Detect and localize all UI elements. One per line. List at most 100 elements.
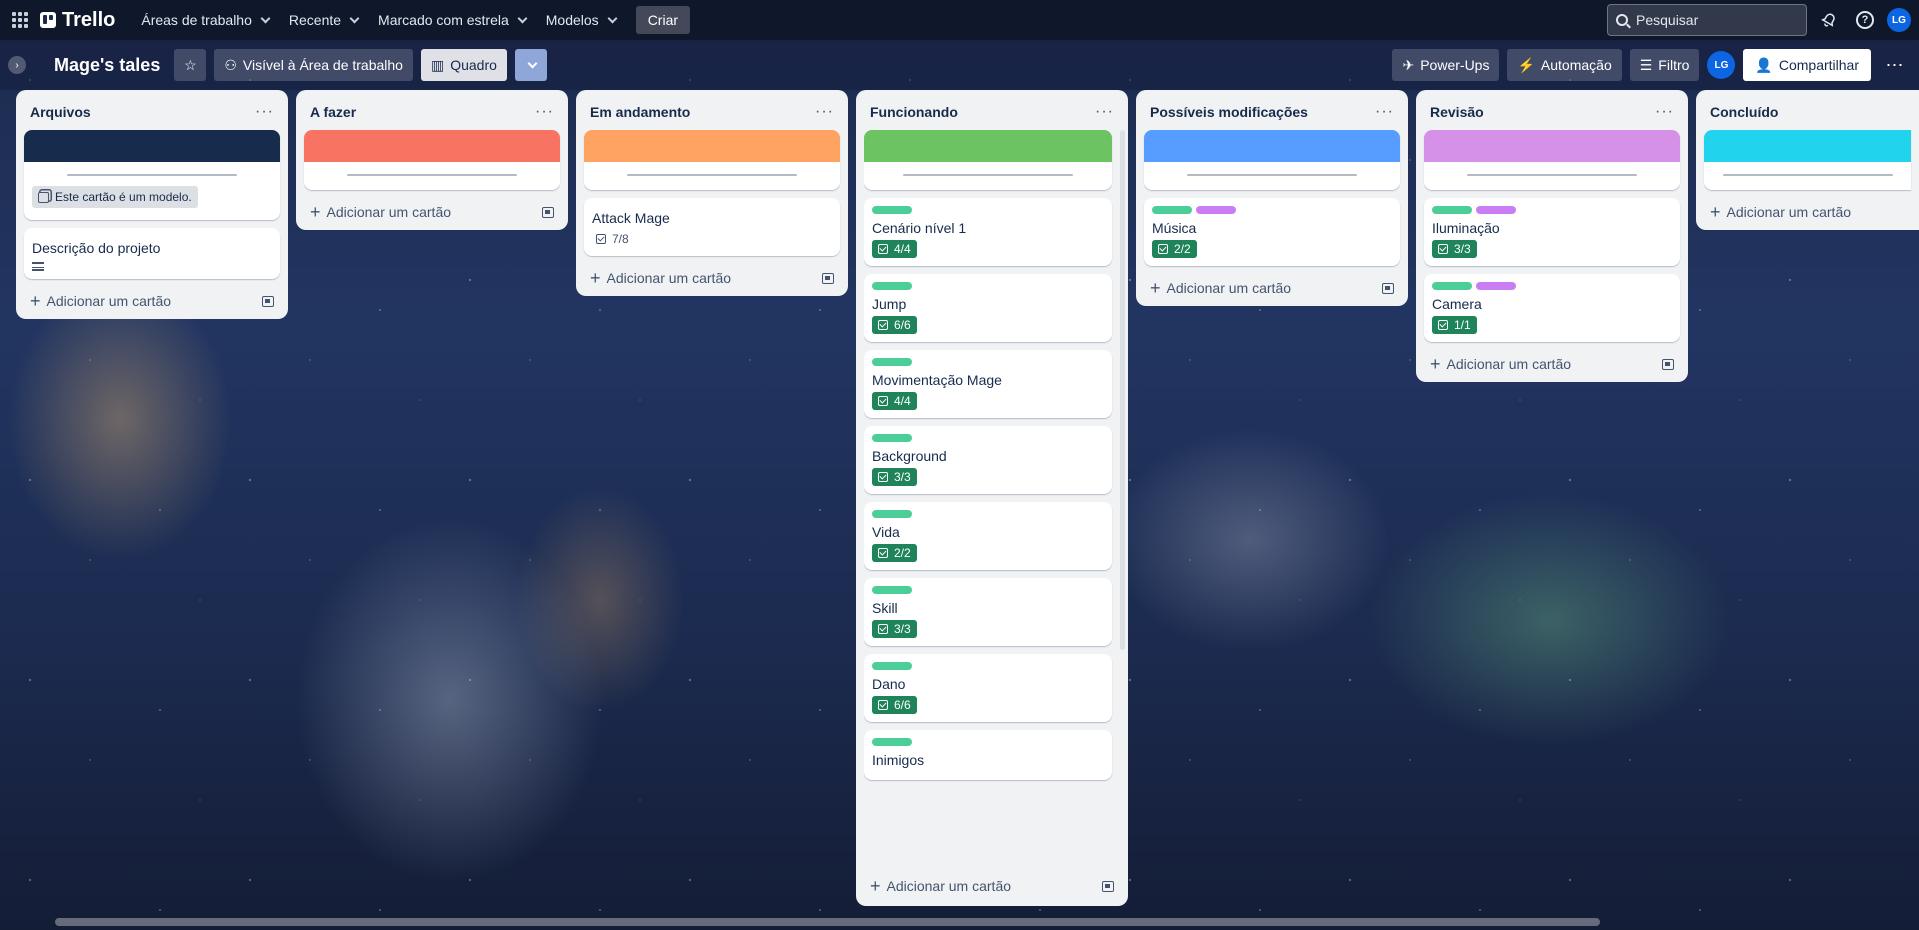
green-label[interactable] (872, 206, 912, 214)
view-switcher-dropdown[interactable] (514, 49, 547, 81)
list-menu-icon[interactable]: ··· (1095, 104, 1114, 120)
purple-label[interactable] (1476, 206, 1516, 214)
card-cover (304, 130, 560, 162)
nav-workspaces[interactable]: Áreas de trabalho (131, 6, 279, 34)
list-menu-icon[interactable]: ··· (815, 104, 834, 120)
list-menu-icon[interactable]: ··· (255, 104, 274, 120)
green-label[interactable] (1432, 206, 1472, 214)
create-button[interactable]: Criar (635, 6, 691, 34)
green-label[interactable] (872, 738, 912, 746)
card[interactable]: Attack Mage 7/8 (584, 198, 840, 256)
chevron-down-icon (260, 13, 271, 23)
add-card-button[interactable]: + Adicionar um cartão (310, 203, 452, 221)
green-label[interactable] (872, 358, 912, 366)
card[interactable]: Inimigos (864, 730, 1112, 780)
list-cards-scroll-area[interactable]: Cenário nível 1 4/4 Jump 6/6 Movimentaçã… (864, 130, 1120, 864)
card[interactable]: Vida 2/2 (864, 502, 1112, 570)
create-from-template-icon[interactable] (1662, 358, 1674, 370)
create-from-template-icon[interactable] (1102, 880, 1114, 892)
user-avatar[interactable]: LG (1887, 8, 1911, 32)
share-button[interactable]: 👤 Compartilhar (1743, 49, 1871, 81)
checklist-badge: 2/2 (1152, 240, 1197, 258)
green-label[interactable] (872, 586, 912, 594)
add-card-button[interactable]: + Adicionar um cartão (1150, 279, 1291, 297)
card-title: Música (1152, 220, 1197, 236)
green-label[interactable] (872, 662, 912, 670)
board-view-button[interactable]: ▥ Quadro (420, 49, 507, 81)
template-icon (38, 191, 49, 203)
green-label[interactable] (872, 510, 912, 518)
nav-templates[interactable]: Modelos (536, 6, 626, 34)
cover-card[interactable] (864, 130, 1112, 190)
list-menu-icon[interactable]: ··· (1655, 104, 1674, 120)
cover-card[interactable] (1704, 130, 1911, 190)
checklist-icon (1438, 244, 1448, 254)
cover-card[interactable] (1424, 130, 1680, 190)
purple-label[interactable] (1476, 282, 1516, 290)
card[interactable]: Descrição do projeto (24, 228, 280, 279)
search-input[interactable] (1636, 12, 1786, 28)
card-cover (1424, 130, 1680, 162)
list-title[interactable]: Revisão (1430, 104, 1484, 120)
create-from-template-icon[interactable] (822, 272, 834, 284)
sidebar-expand-icon[interactable]: › (8, 56, 26, 74)
list-title[interactable]: Funcionando (870, 104, 958, 120)
nav-recent[interactable]: Recente (279, 6, 368, 34)
help-icon[interactable]: ? (1851, 6, 1879, 34)
add-person-icon: 👤 (1755, 56, 1773, 73)
board-horizontal-scrollbar[interactable] (55, 918, 1600, 926)
add-card-button[interactable]: + Adicionar um cartão (870, 877, 1011, 895)
template-card[interactable]: Este cartão é um modelo. (24, 130, 280, 220)
card[interactable]: Skill 3/3 (864, 578, 1112, 646)
add-card-button[interactable]: + Adicionar um cartão (1710, 203, 1852, 221)
card[interactable]: Background 3/3 (864, 426, 1112, 494)
trello-logo[interactable]: Trello (40, 9, 115, 32)
purple-label[interactable] (1196, 206, 1236, 214)
list-title[interactable]: Em andamento (590, 104, 690, 120)
green-label[interactable] (1432, 282, 1472, 290)
add-card-button[interactable]: + Adicionar um cartão (590, 269, 731, 287)
green-label[interactable] (872, 282, 912, 290)
filter-button[interactable]: ☰ Filtro (1629, 49, 1700, 81)
add-card-button[interactable]: + Adicionar um cartão (1430, 355, 1572, 373)
add-card-label: Adicionar um cartão (1726, 204, 1852, 220)
app-switcher-icon[interactable] (8, 8, 32, 32)
card[interactable]: Jump 6/6 (864, 274, 1112, 342)
board-title[interactable]: Mage's tales (48, 51, 166, 80)
star-board-button[interactable]: ☆ (174, 49, 207, 81)
card[interactable]: Cenário nível 1 4/4 (864, 198, 1112, 266)
powerups-button[interactable]: ✈ Power-Ups (1392, 49, 1500, 81)
checklist-badge: 3/3 (872, 468, 917, 486)
card[interactable]: Iluminação 3/3 (1424, 198, 1680, 266)
list-title[interactable]: Arquivos (30, 104, 91, 120)
create-from-template-icon[interactable] (1382, 282, 1394, 294)
add-card-button[interactable]: + Adicionar um cartão (30, 292, 171, 310)
list-menu-icon[interactable]: ··· (535, 104, 554, 120)
create-from-template-icon[interactable] (262, 295, 274, 307)
green-label[interactable] (1152, 206, 1192, 214)
card[interactable]: Música 2/2 (1144, 198, 1400, 266)
card-title: Inimigos (872, 752, 925, 768)
card[interactable]: Camera 1/1 (1424, 274, 1680, 342)
search-box[interactable] (1607, 4, 1807, 36)
board-member-avatar[interactable]: LG (1707, 51, 1736, 79)
list-title[interactable]: A fazer (310, 104, 356, 120)
automation-button[interactable]: ⚡ Automação (1507, 49, 1622, 81)
list-menu-icon[interactable]: ··· (1375, 104, 1394, 120)
list-title[interactable]: Concluído (1710, 104, 1778, 120)
nav-starred[interactable]: Marcado com estrela (368, 6, 536, 34)
board-menu-icon[interactable]: ⋯ (1879, 49, 1911, 81)
green-label[interactable] (872, 434, 912, 442)
visibility-button[interactable]: ⚇ Visível à Área de trabalho (214, 49, 413, 81)
create-from-template-icon[interactable] (542, 206, 554, 218)
add-card-label: Adicionar um cartão (326, 204, 452, 220)
card[interactable]: Dano 6/6 (864, 654, 1112, 722)
cover-card[interactable] (304, 130, 560, 190)
card[interactable]: Movimentação Mage 4/4 (864, 350, 1112, 418)
list-title[interactable]: Possíveis modificações (1150, 104, 1308, 120)
notifications-bell-icon[interactable] (1815, 6, 1843, 34)
cover-card[interactable] (584, 130, 840, 190)
list-scrollbar[interactable] (1120, 130, 1125, 650)
add-card-label: Adicionar um cartão (1446, 356, 1572, 372)
cover-card[interactable] (1144, 130, 1400, 190)
